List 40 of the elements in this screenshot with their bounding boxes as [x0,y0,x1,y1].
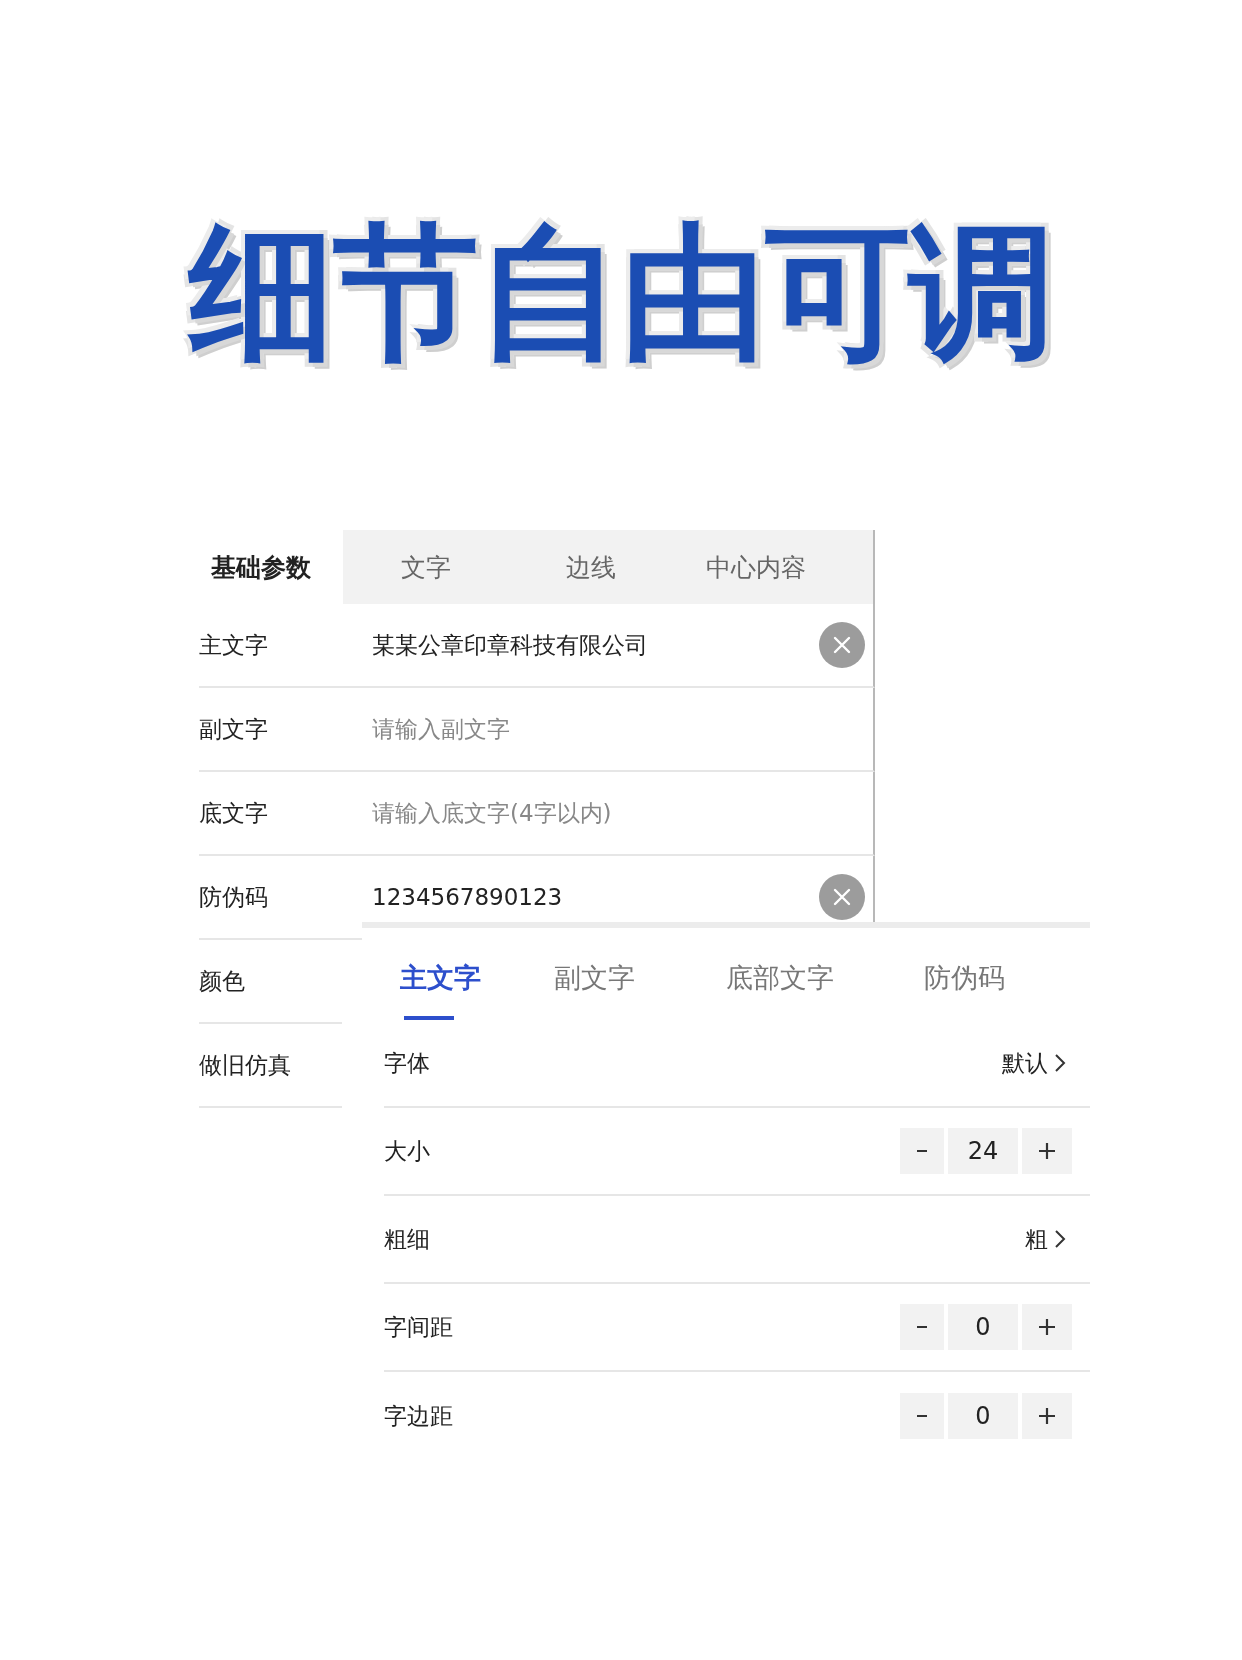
stepper-value: 0 [948,1393,1018,1439]
field-label: 做旧仿真 [199,1050,292,1080]
close-icon [832,635,852,655]
chevron-right-icon [1054,1229,1066,1249]
tab[interactable]: 文字 [343,530,508,604]
setting-label: 大小 [384,1136,430,1166]
plus-button[interactable] [1022,1304,1072,1350]
clear-button[interactable] [819,622,865,668]
field-label: 底文字 [199,798,269,828]
setting-label: 粗细 [384,1224,430,1254]
clear-button[interactable] [819,874,865,920]
input-field[interactable]: 1234567890123 [372,877,819,917]
chevron-right-icon [1054,1053,1066,1073]
tab[interactable]: 基础参数 [178,530,343,604]
plus-icon [1037,1406,1057,1426]
tab[interactable]: 防伪码 [872,928,1057,1020]
setting-value[interactable]: 默认 [1002,1047,1048,1079]
field-label: 副文字 [199,714,269,744]
plus-button[interactable] [1022,1128,1072,1174]
input-field[interactable]: 请输入底文字(4字以内) [372,793,873,833]
setting-label: 字体 [384,1048,430,1078]
tab[interactable]: 中心内容 [673,530,838,604]
headline: 细节自由可调 [186,212,1054,372]
tab[interactable]: 边线 [508,530,673,604]
tab[interactable]: 副文字 [502,928,687,1020]
stepper-value: 24 [948,1128,1018,1174]
plus-icon [1037,1317,1057,1337]
plus-icon [1037,1141,1057,1161]
setting-label: 字间距 [384,1312,453,1342]
setting-label: 字边距 [384,1401,453,1431]
setting-value[interactable]: 粗 [1025,1223,1048,1255]
stepper-value: 0 [948,1304,1018,1350]
field-label: 主文字 [199,630,269,660]
close-icon [832,887,852,907]
tab[interactable]: 底部文字 [687,928,872,1020]
plus-button[interactable] [1022,1393,1072,1439]
input-field[interactable]: 某某公章印章科技有限公司 [372,625,819,665]
field-label: 颜色 [199,966,246,996]
field-label: 防伪码 [199,882,269,912]
input-field[interactable]: 请输入副文字 [372,709,873,749]
